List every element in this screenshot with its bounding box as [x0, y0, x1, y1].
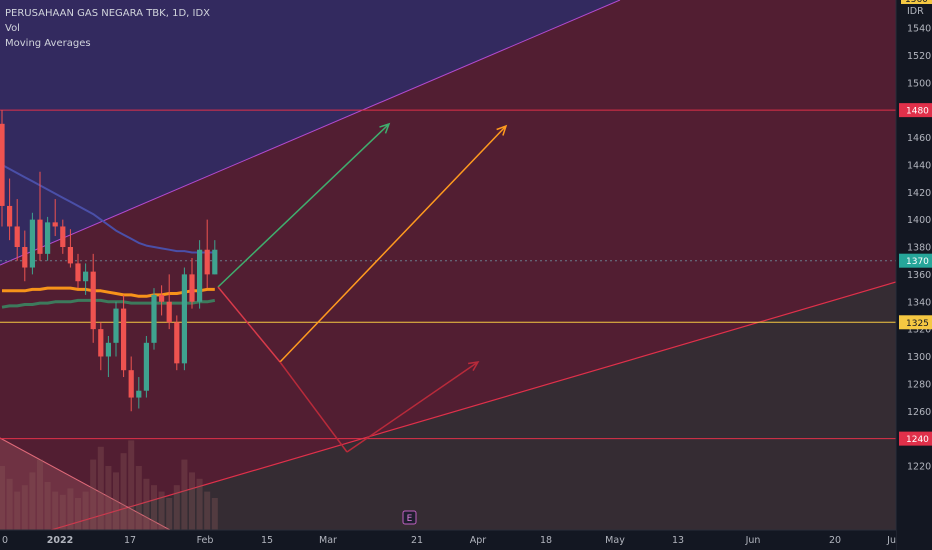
price-tick-label: 1360 — [907, 270, 931, 281]
candle-body[interactable] — [189, 274, 195, 302]
symbol-title[interactable]: PERUSAHAAN GAS NEGARA TBK, 1D, IDX — [5, 6, 210, 21]
currency-label: IDR — [907, 6, 924, 17]
chart-app: E154015201500148014601440142014001380136… — [0, 0, 932, 550]
volume-bar — [189, 472, 195, 530]
time-tick-label: 21 — [411, 535, 423, 546]
price-tag-top-label: 1560 — [905, 0, 928, 5]
price-tick-label: 1420 — [907, 188, 931, 199]
volume-bar — [166, 498, 173, 530]
time-tick-label: Jun — [745, 535, 761, 546]
price-tick-label: 1220 — [907, 462, 931, 473]
volume-bar — [113, 472, 119, 530]
volume-bar — [82, 491, 89, 530]
candle-body[interactable] — [105, 342, 111, 357]
volume-bar — [120, 453, 127, 530]
earnings-marker-label[interactable]: E — [407, 514, 413, 524]
candle-body[interactable] — [212, 249, 218, 275]
candle-body[interactable] — [181, 274, 187, 364]
time-tick-label: 2022 — [47, 535, 73, 546]
volume-bar — [128, 440, 135, 530]
volume-bar — [6, 478, 13, 530]
candle-body[interactable] — [60, 226, 66, 247]
volume-bar — [59, 494, 66, 530]
price-tick-label: 1340 — [907, 297, 931, 308]
volume-bar — [196, 478, 203, 530]
time-tick-label: 15 — [261, 535, 273, 546]
candle-body[interactable] — [128, 370, 134, 398]
time-tick-label: 18 — [540, 535, 552, 546]
volume-bar — [135, 466, 142, 530]
candle-body[interactable] — [83, 271, 89, 282]
volume-bar — [105, 466, 112, 530]
price-tick-label: 1540 — [907, 24, 931, 35]
candle-body[interactable] — [174, 322, 180, 364]
candle-body[interactable] — [14, 226, 20, 247]
time-tick-label: 13 — [672, 535, 684, 546]
candle-body[interactable] — [197, 249, 203, 302]
volume-bar — [97, 446, 104, 530]
price-tag-label[interactable]: 1325 — [906, 319, 929, 329]
candle-body[interactable] — [45, 222, 51, 254]
volume-indicator-label[interactable]: Vol — [5, 21, 210, 36]
volume-bar — [44, 482, 51, 530]
price-tick-label: 1520 — [907, 51, 931, 62]
price-tick-label: 1280 — [907, 379, 931, 390]
chart-legend: PERUSAHAAN GAS NEGARA TBK, 1D, IDX Vol M… — [5, 6, 210, 51]
candle-body[interactable] — [7, 205, 13, 227]
price-tick-label: 1300 — [907, 352, 931, 363]
volume-bar — [211, 498, 218, 530]
volume-bar — [90, 459, 97, 530]
candle-body[interactable] — [143, 342, 149, 391]
candle-body[interactable] — [52, 222, 58, 227]
volume-bar — [21, 485, 28, 530]
volume-bar — [181, 459, 188, 530]
volume-bar — [204, 491, 211, 530]
time-tick-label: Apr — [470, 535, 487, 546]
candle-body[interactable] — [98, 329, 104, 357]
volume-bar — [173, 485, 180, 530]
price-tick-label: 1380 — [907, 243, 931, 254]
time-tick-label: Ju — [886, 535, 896, 546]
candle-body[interactable] — [75, 263, 81, 282]
volume-bar — [14, 491, 21, 530]
volume-bar — [29, 472, 36, 530]
volume-bar — [75, 498, 81, 530]
volume-bar — [143, 478, 150, 530]
moving-averages-indicator-label[interactable]: Moving Averages — [5, 36, 210, 51]
time-tick-label: 0 — [2, 535, 8, 546]
candle-body[interactable] — [159, 294, 165, 302]
price-tag-label[interactable]: 1370 — [906, 257, 929, 267]
volume-bar — [151, 485, 157, 530]
candle-body[interactable] — [151, 294, 157, 343]
price-chart[interactable]: E154015201500148014601440142014001380136… — [0, 0, 932, 550]
candle-body[interactable] — [22, 247, 28, 268]
candle-body[interactable] — [0, 123, 5, 206]
volume-bar — [37, 459, 43, 530]
candle-body[interactable] — [136, 390, 142, 398]
time-tick-label: Mar — [319, 535, 337, 546]
volume-bar — [0, 466, 5, 530]
candle-body[interactable] — [113, 308, 119, 343]
candle-body[interactable] — [29, 219, 35, 268]
price-tick-label: 1500 — [907, 78, 931, 89]
price-tick-label: 1460 — [907, 133, 931, 144]
price-tick-label: 1440 — [907, 160, 931, 171]
time-tick-label: May — [605, 535, 625, 546]
candle-body[interactable] — [204, 249, 210, 275]
time-tick-label: 17 — [124, 535, 136, 546]
candle-body[interactable] — [121, 308, 127, 371]
candle-body[interactable] — [37, 219, 43, 254]
price-tick-label: 1400 — [907, 215, 931, 226]
time-tick-label: Feb — [197, 535, 214, 546]
candle-body[interactable] — [67, 247, 73, 264]
price-tag-label[interactable]: 1480 — [906, 107, 929, 117]
volume-bar — [52, 491, 59, 530]
volume-bar — [67, 488, 74, 530]
candle-body[interactable] — [90, 271, 96, 330]
price-tag-label[interactable]: 1240 — [906, 435, 929, 445]
candle-body[interactable] — [166, 301, 172, 323]
time-tick-label: 20 — [829, 535, 841, 546]
price-tick-label: 1260 — [907, 407, 931, 418]
volume-bar — [158, 491, 165, 530]
